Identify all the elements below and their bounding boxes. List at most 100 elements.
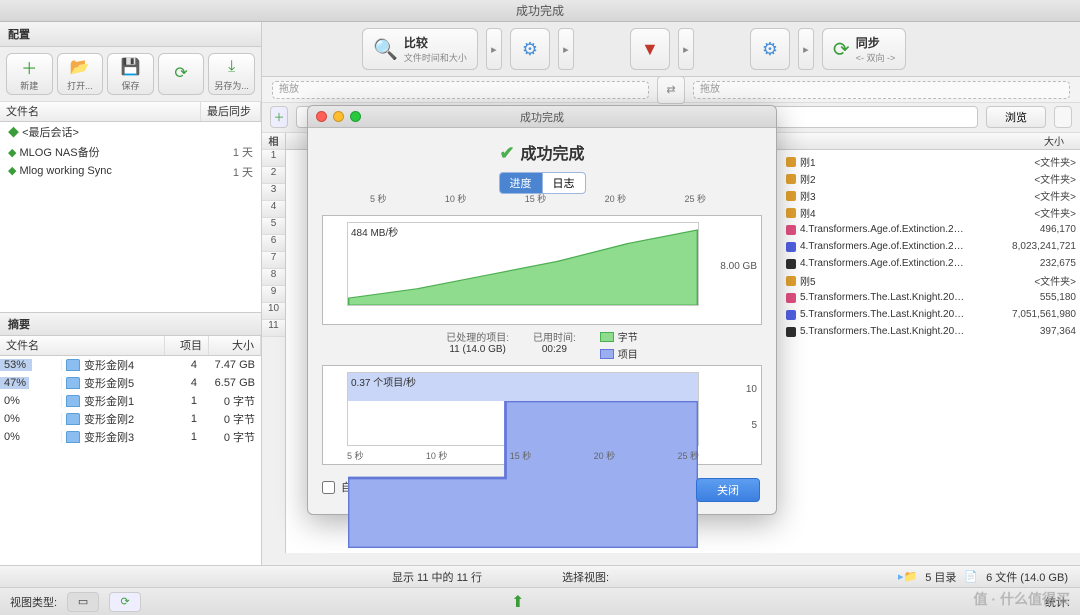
toolbar-open-icon[interactable]: 📂 打开... <box>57 53 104 95</box>
compare-dropdown[interactable]: ▸ <box>486 28 502 70</box>
row-number: 3 <box>262 184 285 201</box>
file-row[interactable]: 4.Transformers.Age.of.Extinction.2… 496,… <box>786 221 1076 238</box>
magnifier-icon: 🔍 <box>373 37 398 62</box>
swap-button[interactable]: ⇄ <box>657 76 685 104</box>
add-path-button[interactable]: ＋ <box>270 106 288 128</box>
folder-icon <box>66 377 80 389</box>
file-list[interactable]: 刚1 <文件夹> 刚2 <文件夹> 刚3 <文件夹> 刚4 <文件夹> 4.Tr… <box>786 153 1076 340</box>
items-chart: 0.37 个项目/秒 10 5 5 秒10 秒15 秒20 秒25 秒 <box>322 365 762 465</box>
row-number: 8 <box>262 269 285 286</box>
filter-dropdown[interactable]: ▸ <box>678 28 694 70</box>
status-dirs: 5 目录 <box>925 569 956 585</box>
photo-icon: ▭ <box>78 595 88 608</box>
folder-icon <box>66 359 80 371</box>
drop-left[interactable]: 拖放 <box>272 81 649 99</box>
filetype-icon <box>786 327 796 337</box>
settings-dropdown[interactable]: ▸ <box>558 28 574 70</box>
summary-row[interactable]: 0% 变形金刚1 1 0 字节 <box>0 392 261 410</box>
processed-value: 11 (14.0 GB) <box>446 344 509 355</box>
file-row[interactable]: 4.Transformers.Age.of.Extinction.2… 8,02… <box>786 238 1076 255</box>
toolbar-refresh-icon[interactable]: ⟳ <box>158 53 205 95</box>
toolbar-label: 另存为... <box>214 79 249 92</box>
sync-button[interactable]: ⟳ 同步<- 双向 -> <box>822 28 906 70</box>
elapsed-label: 已用时间: <box>533 329 576 344</box>
filetype-icon <box>786 310 796 320</box>
folder-icon <box>66 431 80 443</box>
stats-row: 已处理的项目: 11 (14.0 GB) 已用时间: 00:29 字节 项目 <box>322 329 762 361</box>
col-size[interactable]: 大小 <box>209 336 261 355</box>
toolbar-label: 打开... <box>67 79 93 92</box>
file-row[interactable]: 5.Transformers.The.Last.Knight.20… 555,1… <box>786 289 1076 306</box>
tab-log[interactable]: 日志 <box>543 172 586 194</box>
toolbar-label: 保存 <box>121 79 139 92</box>
sync-settings-button[interactable]: ⚙ <box>750 28 790 70</box>
status-files: 6 文件 (14.0 GB) <box>986 569 1068 585</box>
filetype-icon <box>786 208 796 218</box>
autoclose-checkbox[interactable] <box>322 481 335 494</box>
file-row[interactable]: 刚2 <文件夹> <box>786 170 1076 187</box>
file-row[interactable]: 4.Transformers.Age.of.Extinction.2… 232,… <box>786 255 1076 272</box>
summary-row[interactable]: 53% 变形金刚4 4 7.47 GB <box>0 356 261 374</box>
chart2-ylabel-top: 10 <box>746 384 757 395</box>
summary-list[interactable]: 53% 变形金刚4 4 7.47 GB 47% 变形金刚5 4 6.57 GB … <box>0 356 261 565</box>
row-number: 11 <box>262 320 285 337</box>
row-number: 1 <box>262 150 285 167</box>
saveas-icon: ⤓ <box>222 57 242 77</box>
refresh-icon: ⟳ <box>833 37 850 62</box>
chart2-title: 0.37 个项目/秒 <box>351 374 416 389</box>
filetype-icon <box>786 242 796 252</box>
chart-legend: 字节 项目 <box>600 329 638 361</box>
drop-right[interactable]: 拖放 <box>693 81 1070 99</box>
toolbar-saveas-icon[interactable]: ⤓ 另存为... <box>208 53 255 95</box>
file-row[interactable]: 刚1 <文件夹> <box>786 153 1076 170</box>
main-toolbar: 🔍 比较文件时间和大小 ▸ ⚙ ▸ ▼ ▸ ⚙ ▸ ⟳ 同步<- 双向 -> <box>262 22 1080 77</box>
view-photo-button[interactable]: ▭ <box>67 592 99 612</box>
drop-row: 拖放 ⇄ 拖放 <box>262 77 1080 103</box>
config-list[interactable]: ◆ <最后会话> ◆ MLOG NAS备份 1 天 ◆ Mlog working… <box>0 122 261 312</box>
compare-button[interactable]: 🔍 比较文件时间和大小 <box>362 28 478 70</box>
config-item[interactable]: ◆ <最后会话> <box>0 122 261 142</box>
filter-button[interactable]: ▼ <box>630 28 670 70</box>
file-row[interactable]: 刚4 <文件夹> <box>786 204 1076 221</box>
col-lastsync[interactable]: 最后同步 <box>201 102 261 121</box>
toolbar-save-icon[interactable]: 💾 保存 <box>107 53 154 95</box>
filetype-icon <box>786 293 796 303</box>
browse-button[interactable]: 浏览 <box>986 106 1046 128</box>
save-icon: 💾 <box>120 57 140 77</box>
file-row[interactable]: 刚3 <文件夹> <box>786 187 1076 204</box>
filetype-icon <box>786 276 796 286</box>
sync-settings-dropdown[interactable]: ▸ <box>798 28 814 70</box>
col-name[interactable]: 文件名 <box>0 336 165 355</box>
filetype-icon <box>786 225 796 235</box>
toolbar-plus-icon[interactable]: ＋ 新建 <box>6 53 53 95</box>
select-view-label: 选择视图: <box>562 569 609 585</box>
file-row[interactable]: 刚5 <文件夹> <box>786 272 1076 289</box>
summary-row[interactable]: 47% 变形金刚5 4 6.57 GB <box>0 374 261 392</box>
summary-row[interactable]: 0% 变形金刚2 1 0 字节 <box>0 410 261 428</box>
row-number: 10 <box>262 303 285 320</box>
config-item[interactable]: ◆ Mlog working Sync 1 天 <box>0 162 261 182</box>
config-header: 配置 <box>0 22 261 47</box>
filetype-icon <box>786 174 796 184</box>
settings-button[interactable]: ⚙ <box>510 28 550 70</box>
chart1-ylabel: 8.00 GB <box>720 261 757 272</box>
view-refresh-button[interactable]: ⟳ <box>109 592 141 612</box>
row-number: 2 <box>262 167 285 184</box>
col-filename[interactable]: 文件名 <box>0 102 201 121</box>
config-item[interactable]: ◆ MLOG NAS备份 1 天 <box>0 142 261 162</box>
file-row[interactable]: 5.Transformers.The.Last.Knight.20… 7,051… <box>786 306 1076 323</box>
window-titlebar: 成功完成 <box>0 0 1080 22</box>
config-columns: 文件名 最后同步 <box>0 102 261 122</box>
filetype-icon <box>786 157 796 167</box>
col-items[interactable]: 项目 <box>165 336 209 355</box>
dialog-title: 成功完成 <box>308 109 776 125</box>
left-panel: 配置 ＋ 新建 📂 打开... 💾 保存 ⟳ ⤓ 另存为... 文件名 最后同步… <box>0 22 262 565</box>
file-row[interactable]: 5.Transformers.The.Last.Knight.20… 397,3… <box>786 323 1076 340</box>
dialog-titlebar[interactable]: 成功完成 <box>308 106 776 128</box>
close-button[interactable]: 关闭 <box>696 478 760 502</box>
summary-row[interactable]: 0% 变形金刚3 1 0 字节 <box>0 428 261 446</box>
chart2-ylabel-bot: 5 <box>751 420 757 431</box>
tab-progress[interactable]: 进度 <box>499 172 543 194</box>
path-extra-button[interactable] <box>1054 106 1072 128</box>
gear-icon: ⚙ <box>762 39 778 60</box>
